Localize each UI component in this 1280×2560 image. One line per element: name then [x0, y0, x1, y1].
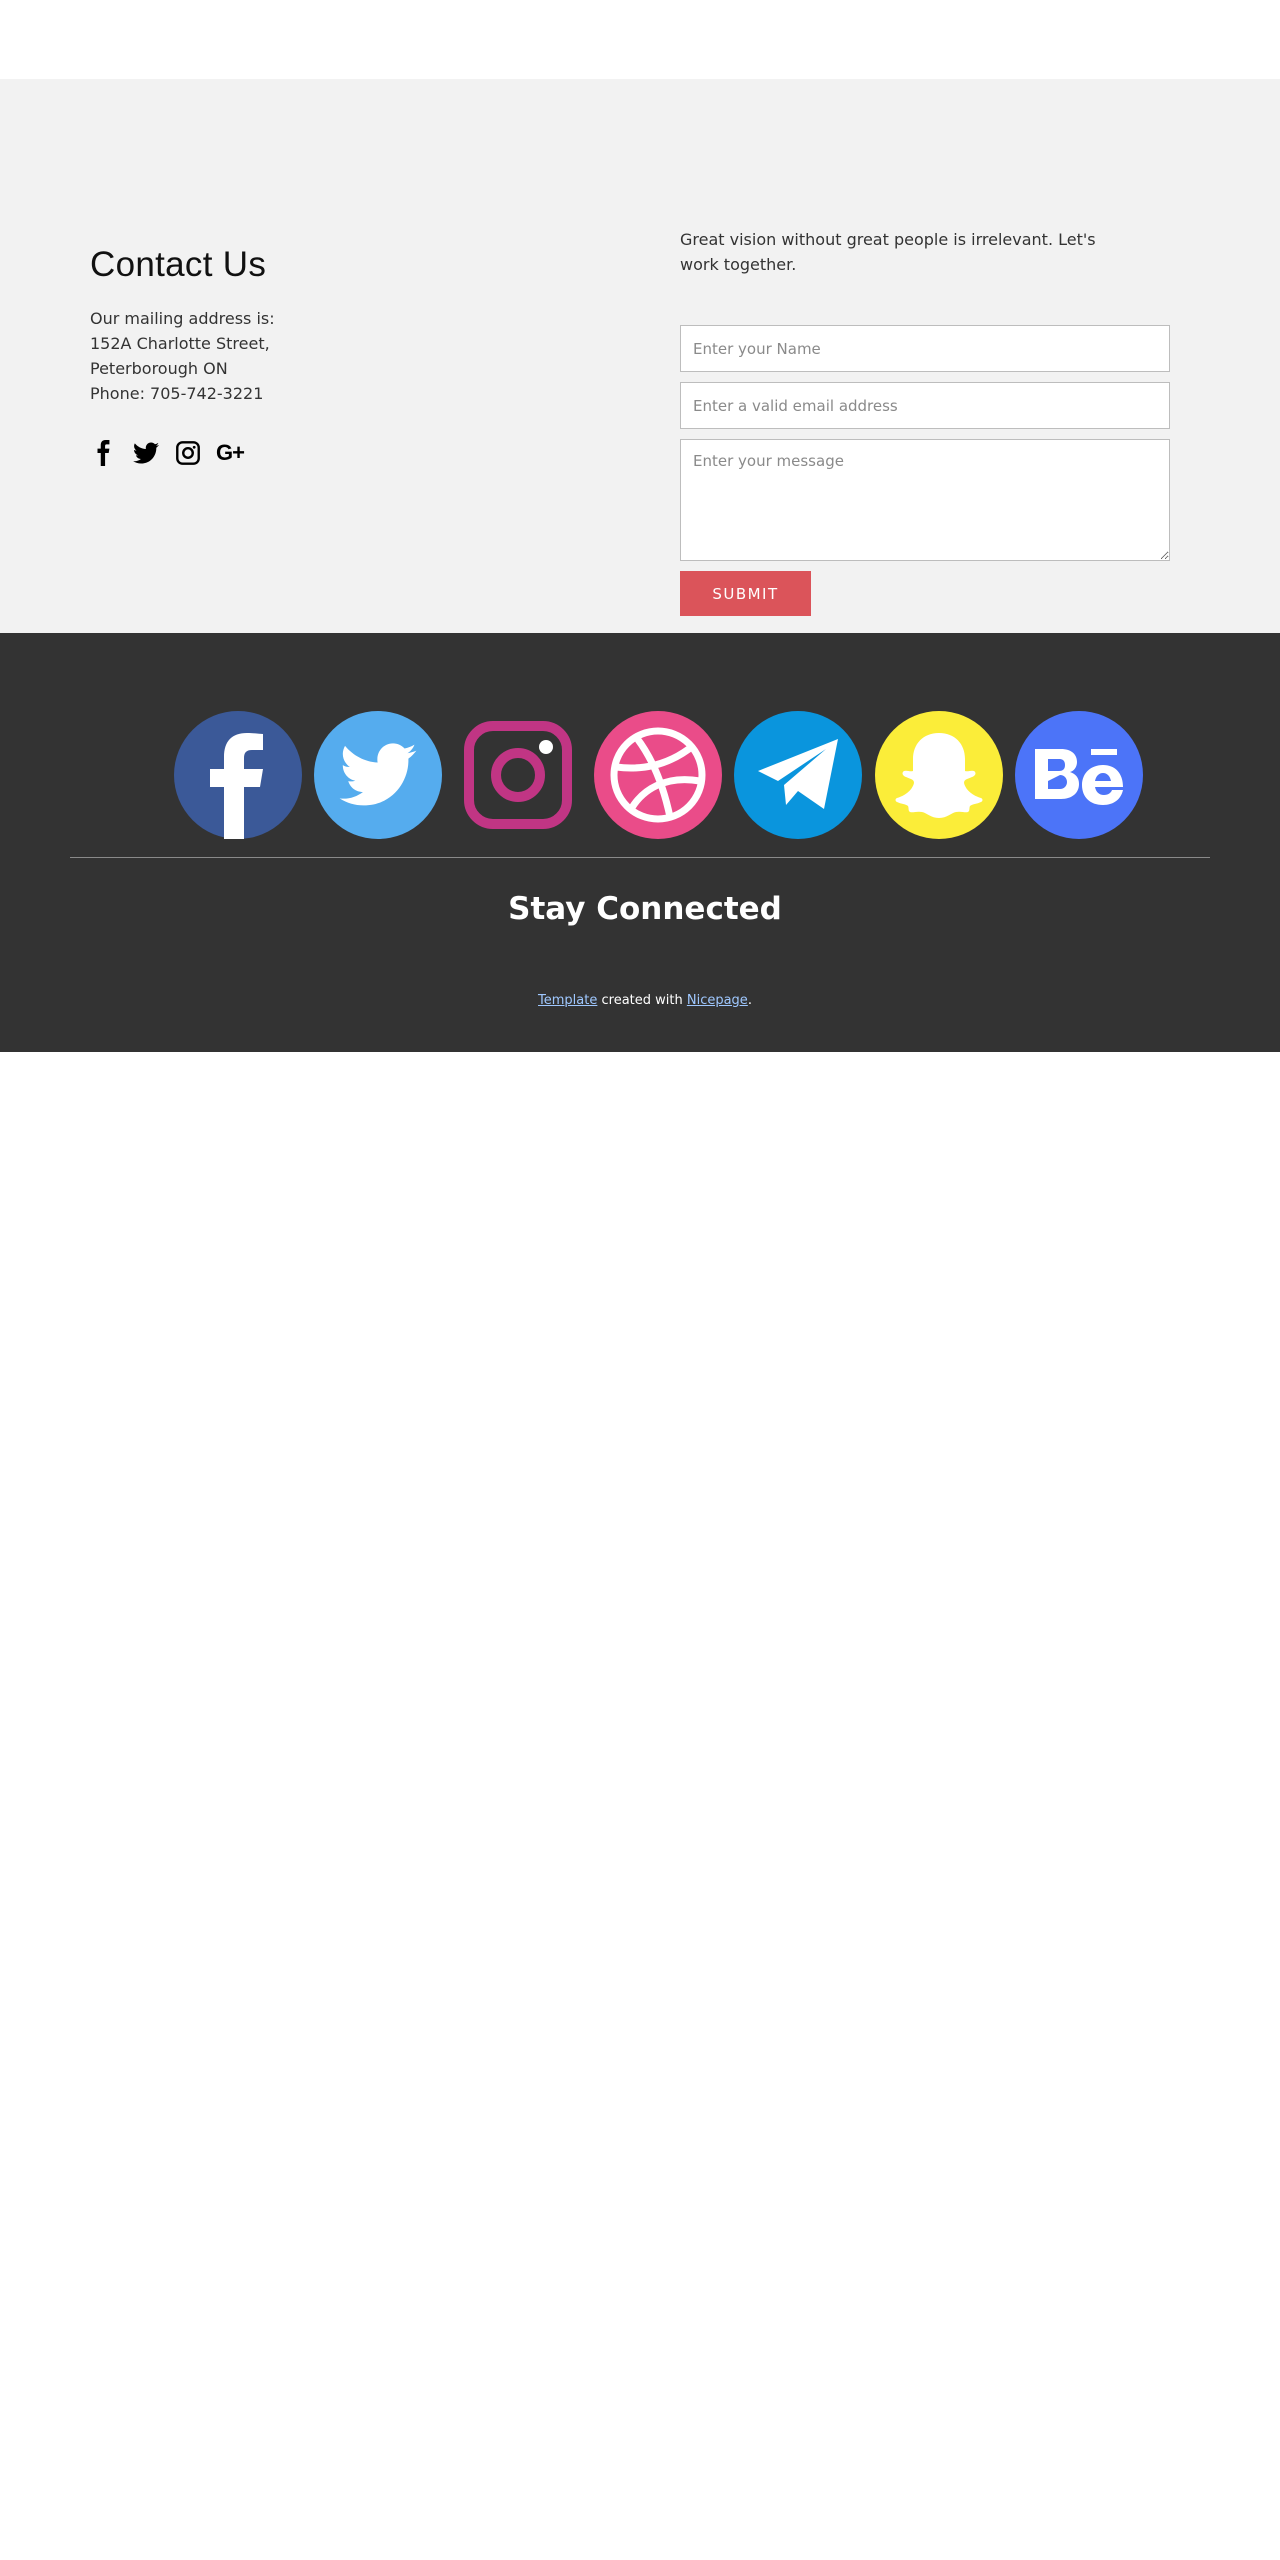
email-input[interactable]	[680, 382, 1170, 429]
phone-line: Phone: 705-742-3221	[90, 384, 264, 403]
snapchat-icon[interactable]	[875, 711, 1003, 839]
credit-line: Template created with Nicepage.	[0, 993, 1280, 1008]
address-line: Our mailing address is:	[90, 309, 275, 328]
contact-form-area: Great vision without great people is irr…	[680, 227, 1170, 616]
social-icons-row	[0, 711, 1280, 841]
template-link[interactable]: Template	[538, 993, 597, 1008]
submit-button[interactable]: SUBMIT	[680, 571, 811, 616]
message-textarea[interactable]	[680, 439, 1170, 561]
instagram-icon[interactable]	[454, 711, 582, 839]
contact-info: Contact Us Our mailing address is: 152A …	[90, 244, 510, 467]
facebook-icon[interactable]	[174, 711, 302, 839]
contact-form: SUBMIT	[680, 325, 1170, 616]
google-plus-icon[interactable]: G+	[216, 439, 245, 467]
behance-icon[interactable]	[1015, 711, 1143, 839]
mailing-address: Our mailing address is: 152A Charlotte S…	[90, 306, 510, 406]
telegram-icon[interactable]	[734, 711, 862, 839]
address-line: 152A Charlotte Street,	[90, 334, 270, 353]
small-social-links: G+	[90, 439, 510, 467]
instagram-icon[interactable]	[174, 439, 202, 467]
twitter-icon[interactable]	[132, 439, 160, 467]
credit-period: .	[747, 993, 752, 1008]
footer-divider	[70, 857, 1210, 858]
google-plus-label: G+	[216, 440, 245, 465]
address-line: Peterborough ON	[90, 359, 228, 378]
twitter-icon[interactable]	[314, 711, 442, 839]
contact-section: Contact Us Our mailing address is: 152A …	[0, 79, 1280, 633]
name-input[interactable]	[680, 325, 1170, 372]
dribbble-icon[interactable]	[594, 711, 722, 839]
credit-text: created with	[597, 993, 687, 1008]
top-spacer	[0, 0, 1280, 79]
stay-connected-heading: Stay Connected	[508, 891, 782, 927]
footer: Stay Connected Template created with Nic…	[0, 633, 1280, 1052]
nicepage-link[interactable]: Nicepage	[687, 993, 748, 1008]
tagline: Great vision without great people is irr…	[680, 230, 1096, 274]
contact-title: Contact Us	[90, 245, 267, 284]
facebook-icon[interactable]	[90, 439, 118, 467]
